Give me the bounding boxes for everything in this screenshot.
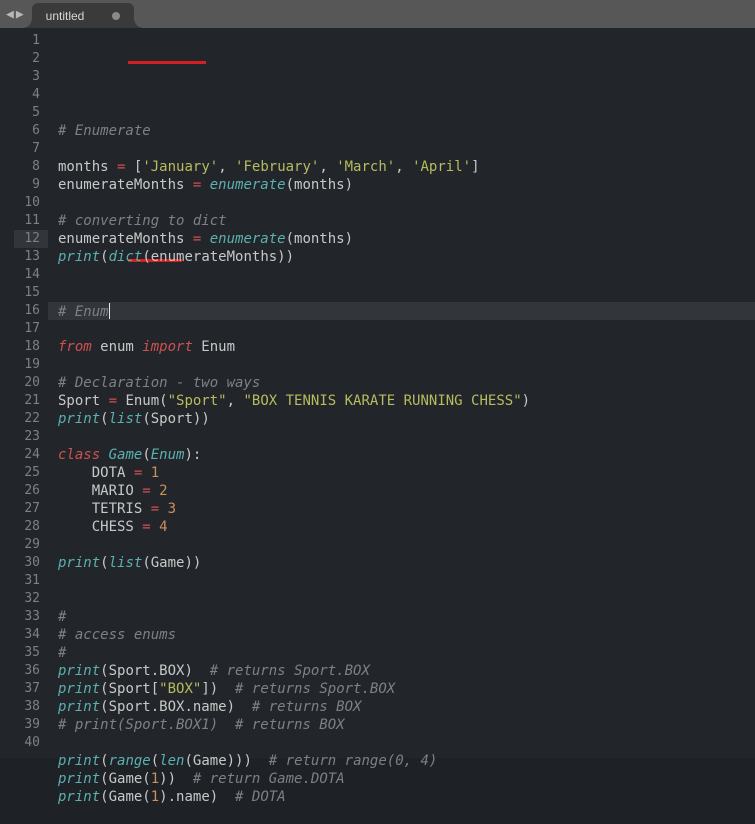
line-number[interactable]: 7	[14, 140, 48, 158]
code-line[interactable]: #	[48, 644, 755, 662]
tab-nav-prev-icon[interactable]: ◀	[6, 7, 14, 22]
line-number[interactable]: 34	[14, 626, 48, 644]
code-line[interactable]: # Enum	[48, 302, 755, 320]
line-number[interactable]: 22	[14, 410, 48, 428]
annotation-underline	[128, 61, 206, 64]
line-number[interactable]: 21	[14, 392, 48, 410]
code-line[interactable]	[48, 266, 755, 284]
line-number[interactable]: 31	[14, 572, 48, 590]
line-number[interactable]: 19	[14, 356, 48, 374]
code-line[interactable]: enumerateMonths = enumerate(months)	[48, 230, 755, 248]
line-number-gutter[interactable]: 1234567891011121314151617181920212223242…	[14, 28, 48, 758]
code-line[interactable]: # converting to dict	[48, 212, 755, 230]
line-number[interactable]: 18	[14, 338, 48, 356]
code-line[interactable]: CHESS = 4	[48, 518, 755, 536]
line-number[interactable]: 25	[14, 464, 48, 482]
line-number[interactable]: 33	[14, 608, 48, 626]
line-number[interactable]: 10	[14, 194, 48, 212]
tab-bar: ◀ ▶ untitled	[0, 0, 755, 28]
editor-area[interactable]: 1234567891011121314151617181920212223242…	[0, 28, 755, 758]
code-line[interactable]	[48, 284, 755, 302]
line-number[interactable]: 24	[14, 446, 48, 464]
line-number[interactable]: 11	[14, 212, 48, 230]
code-line[interactable]	[48, 356, 755, 374]
line-number[interactable]: 28	[14, 518, 48, 536]
code-line[interactable]	[48, 806, 755, 824]
line-number[interactable]: 29	[14, 536, 48, 554]
breakpoint-gutter[interactable]	[0, 28, 14, 758]
line-number[interactable]: 30	[14, 554, 48, 572]
code-content[interactable]: # Enumerate months = ['January', 'Februar…	[48, 28, 755, 758]
line-number[interactable]: 15	[14, 284, 48, 302]
code-line[interactable]	[48, 734, 755, 752]
code-line[interactable]	[48, 590, 755, 608]
code-line[interactable]: # access enums	[48, 626, 755, 644]
line-number[interactable]: 6	[14, 122, 48, 140]
file-tab[interactable]: untitled	[32, 3, 135, 28]
line-number[interactable]: 9	[14, 176, 48, 194]
line-number[interactable]: 40	[14, 734, 48, 752]
line-number[interactable]: 12	[14, 230, 48, 248]
dirty-indicator-icon	[112, 12, 120, 20]
code-line[interactable]	[48, 572, 755, 590]
line-number[interactable]: 16	[14, 302, 48, 320]
line-number[interactable]: 39	[14, 716, 48, 734]
code-line[interactable]: months = ['January', 'February', 'March'…	[48, 158, 755, 176]
code-line[interactable]	[48, 194, 755, 212]
code-line[interactable]: print(Sport.BOX) # returns Sport.BOX	[48, 662, 755, 680]
code-line[interactable]: DOTA = 1	[48, 464, 755, 482]
code-line[interactable]: MARIO = 2	[48, 482, 755, 500]
line-number[interactable]: 13	[14, 248, 48, 266]
line-number[interactable]: 17	[14, 320, 48, 338]
line-number[interactable]: 20	[14, 374, 48, 392]
line-number[interactable]: 3	[14, 68, 48, 86]
line-number[interactable]: 4	[14, 86, 48, 104]
tab-title: untitled	[46, 9, 85, 23]
code-line[interactable]	[48, 428, 755, 446]
code-line[interactable]: print(list(Game))	[48, 554, 755, 572]
line-number[interactable]: 26	[14, 482, 48, 500]
line-number[interactable]: 38	[14, 698, 48, 716]
code-line[interactable]: print(dict(enumerateMonths))	[48, 248, 755, 266]
code-line[interactable]	[48, 536, 755, 554]
line-number[interactable]: 8	[14, 158, 48, 176]
code-line[interactable]: # Enumerate	[48, 122, 755, 140]
line-number[interactable]: 14	[14, 266, 48, 284]
line-number[interactable]: 37	[14, 680, 48, 698]
code-line[interactable]	[48, 320, 755, 338]
code-line[interactable]: print(Game(1)) # return Game.DOTA	[48, 770, 755, 788]
line-number[interactable]: 32	[14, 590, 48, 608]
line-number[interactable]: 2	[14, 50, 48, 68]
code-line[interactable]	[48, 140, 755, 158]
line-number[interactable]: 27	[14, 500, 48, 518]
code-line[interactable]: enumerateMonths = enumerate(months)	[48, 176, 755, 194]
code-line[interactable]: print(range(len(Game))) # return range(0…	[48, 752, 755, 770]
code-line[interactable]: print(Game(1).name) # DOTA	[48, 788, 755, 806]
code-line[interactable]: print(Sport.BOX.name) # returns BOX	[48, 698, 755, 716]
line-number[interactable]: 35	[14, 644, 48, 662]
code-line[interactable]: Sport = Enum("Sport", "BOX TENNIS KARATE…	[48, 392, 755, 410]
code-line[interactable]	[48, 104, 755, 122]
text-cursor	[109, 303, 110, 319]
code-line[interactable]: class Game(Enum):	[48, 446, 755, 464]
line-number[interactable]: 36	[14, 662, 48, 680]
code-line[interactable]: TETRIS = 3	[48, 500, 755, 518]
code-line[interactable]: print(Sport["BOX"]) # returns Sport.BOX	[48, 680, 755, 698]
code-line[interactable]: #	[48, 608, 755, 626]
line-number[interactable]: 5	[14, 104, 48, 122]
code-line[interactable]: # Declaration - two ways	[48, 374, 755, 392]
code-line[interactable]: # print(Sport.BOX1) # returns BOX	[48, 716, 755, 734]
code-line[interactable]: from enum import Enum	[48, 338, 755, 356]
code-line[interactable]: print(list(Sport))	[48, 410, 755, 428]
line-number[interactable]: 23	[14, 428, 48, 446]
line-number[interactable]: 1	[14, 32, 48, 50]
